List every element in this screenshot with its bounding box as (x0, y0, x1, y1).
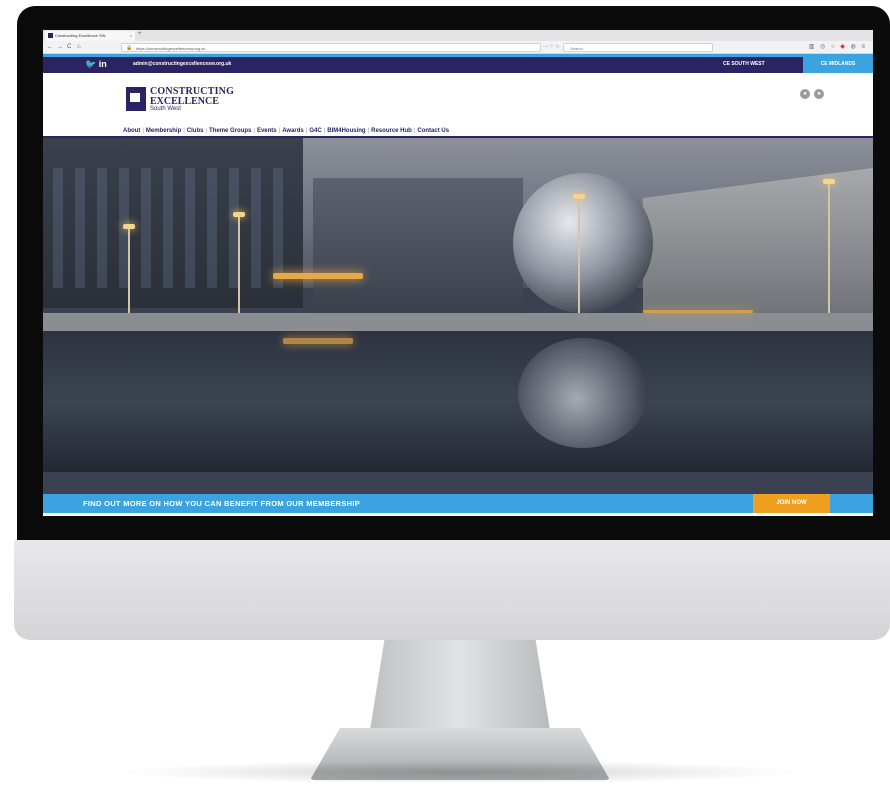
nav-item-resource-hub[interactable]: Resource Hub (371, 128, 412, 134)
nav-item-awards[interactable]: Awards (282, 128, 304, 134)
nav-separator: | (367, 128, 370, 134)
nav-separator: | (142, 128, 144, 134)
browser-tab[interactable]: Constructing Excellence SW × (45, 31, 135, 41)
desk-shadow (120, 760, 800, 784)
region-link-south-west[interactable]: CE SOUTH WEST (723, 61, 765, 67)
stand-neck (370, 640, 550, 730)
forward-button[interactable]: → (57, 44, 63, 50)
monitor: Constructing Excellence SW × + ← → C ⌂ 🔒… (0, 0, 890, 785)
social-icons[interactable]: 🐦 in (85, 59, 107, 70)
monitor-chin (14, 540, 890, 640)
nav-separator: | (205, 128, 208, 134)
search-input[interactable]: Search (563, 43, 713, 52)
nav-separator: | (323, 128, 326, 134)
back-button[interactable]: ← (47, 44, 53, 50)
nav-separator: | (253, 128, 255, 134)
nav-item-events[interactable]: Events (257, 128, 277, 134)
search-placeholder: Search (570, 46, 583, 51)
join-now-button[interactable]: JOIN NOW (753, 494, 830, 513)
hero-lamp (823, 179, 835, 313)
hero-light-strip (643, 310, 753, 313)
cta-text[interactable]: FIND OUT MORE ON HOW YOU CAN BENEFIT FRO… (83, 499, 360, 508)
hero-sphere-reflection (518, 338, 648, 448)
contact-email-link[interactable]: admin@constructingexcellencesw.org.uk (133, 61, 231, 67)
tab-close-icon[interactable]: × (130, 33, 132, 38)
hero-lamp (233, 212, 245, 313)
membership-cta-banner: FIND OUT MORE ON HOW YOU CAN BENEFIT FRO… (43, 494, 873, 513)
logo-mark[interactable] (126, 87, 146, 111)
pocket-icon[interactable]: ◆ (840, 44, 847, 50)
url-text: https://constructingexcellencesw.org.uk (136, 46, 206, 51)
lock-icon: 🔒 (126, 45, 133, 51)
page-actions-icon[interactable]: ··· ♡ ☆ (543, 44, 560, 50)
logo-text-line3[interactable]: South West (150, 106, 181, 112)
nav-item-contact-us[interactable]: Contact Us (417, 128, 449, 134)
nav-item-bim4housing[interactable]: BIM4Housing (327, 128, 365, 134)
hero-image (43, 138, 873, 494)
hero-lamp (123, 224, 135, 313)
account-icon[interactable]: ● (800, 89, 810, 99)
screen: Constructing Excellence SW × + ← → C ⌂ 🔒… (43, 30, 873, 516)
nav-item-g4c[interactable]: G4C (309, 128, 321, 134)
browser-toolbar: ← → C ⌂ 🔒 https://constructingexcellence… (43, 41, 873, 54)
nav-separator: | (278, 128, 281, 134)
hero-building-left (43, 138, 303, 308)
browser-tab-strip: Constructing Excellence SW × + (43, 30, 873, 41)
hero-light-glow (273, 273, 363, 279)
site-topbar: 🐦 in admin@constructingexcellencesw.org.… (43, 54, 873, 73)
site-header: CONSTRUCTING EXCELLENCE South West ● ● A… (43, 73, 873, 138)
home-button[interactable]: ⌂ (77, 44, 81, 50)
hero-plaza (43, 313, 873, 331)
extension-icons[interactable]: ▥ ◎ ○ ◆ ◍ ≡ (809, 43, 867, 50)
nav-item-about[interactable]: About (123, 128, 140, 134)
nav-item-clubs[interactable]: Clubs (187, 128, 204, 134)
basket-icon[interactable]: ● (814, 89, 824, 99)
hero-light-reflection (283, 338, 353, 344)
hero-building-middle (313, 178, 523, 318)
region-link-midlands[interactable]: CE MIDLANDS (803, 57, 873, 73)
hero-lamp (573, 194, 585, 313)
favicon-icon (48, 33, 53, 38)
hero-water-reflection (43, 331, 873, 472)
url-bar[interactable]: 🔒 https://constructingexcellencesw.org.u… (121, 43, 541, 52)
nav-item-membership[interactable]: Membership (146, 128, 181, 134)
nav-separator: | (413, 128, 416, 134)
main-nav: About | Membership | Clubs | Theme Groups | Even… (123, 128, 449, 134)
hero-building-windows (53, 168, 283, 288)
nav-item-theme-groups[interactable]: Theme Groups (209, 128, 251, 134)
reload-button[interactable]: C (67, 44, 71, 50)
nav-separator: | (305, 128, 308, 134)
nav-separator: | (183, 128, 185, 134)
tab-title: Constructing Excellence SW (55, 33, 106, 38)
new-tab-button[interactable]: + (138, 31, 142, 37)
